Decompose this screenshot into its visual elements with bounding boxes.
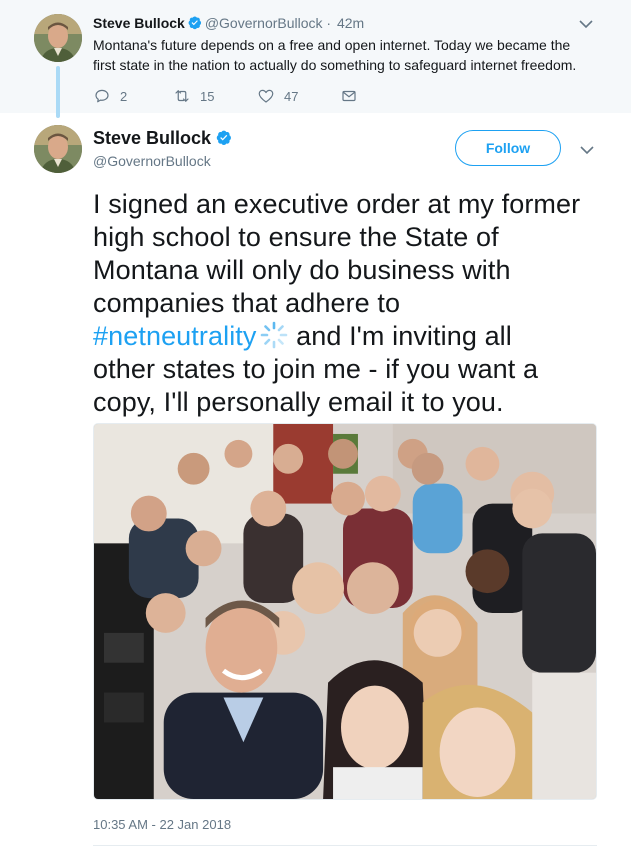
thread-connector-line bbox=[56, 66, 60, 118]
verified-badge-icon bbox=[188, 16, 201, 30]
netneutrality-spinner-icon bbox=[260, 321, 287, 349]
reply-icon bbox=[95, 89, 109, 103]
divider bbox=[93, 845, 597, 846]
hashtag-link[interactable]: #netneutrality bbox=[93, 321, 257, 351]
retweet-icon bbox=[175, 90, 189, 102]
author-name-row: Steve Bullock bbox=[93, 127, 235, 149]
author-avatar[interactable] bbox=[34, 125, 82, 173]
parent-tweet-header: Steve Bullock @GovernorBullock · 42m bbox=[93, 14, 364, 32]
chevron-down-icon[interactable] bbox=[580, 145, 594, 155]
tweet-text-line: #netneutrality and I'm inviting all bbox=[93, 320, 603, 353]
header-separator: · bbox=[326, 15, 332, 31]
tweet-text-line: high school to ensure the State of bbox=[93, 222, 499, 252]
tweet-timestamp[interactable]: 10:35 AM - 22 Jan 2018 bbox=[93, 817, 231, 832]
tweet-photo[interactable] bbox=[93, 423, 597, 800]
verified-badge-icon bbox=[216, 130, 231, 146]
reply-button[interactable]: 2 bbox=[93, 87, 173, 105]
author-name[interactable]: Steve Bullock bbox=[93, 15, 185, 31]
tweet-time[interactable]: 42m bbox=[337, 15, 364, 31]
retweet-count: 15 bbox=[200, 88, 215, 104]
author-name[interactable]: Steve Bullock bbox=[93, 128, 211, 148]
main-tweet-text: I signed an executive order at my former… bbox=[93, 188, 603, 419]
author-handle[interactable]: @GovernorBullock bbox=[205, 15, 323, 31]
tweet-text-line: other states to join me - if you want a bbox=[93, 354, 539, 384]
retweet-button[interactable]: 15 bbox=[173, 87, 257, 105]
author-handle[interactable]: @GovernorBullock bbox=[93, 153, 211, 169]
tweet-text-line: I signed an executive order at my former bbox=[93, 189, 581, 219]
like-count: 47 bbox=[284, 88, 299, 104]
tweet-text-line: copy, I'll personally email it to you. bbox=[93, 387, 504, 417]
chevron-down-icon[interactable] bbox=[579, 19, 593, 29]
tweet-text-fragment: and I'm inviting all bbox=[288, 321, 512, 351]
parent-tweet[interactable]: Steve Bullock @GovernorBullock · 42m Mont… bbox=[0, 0, 631, 118]
tweet-text-line: companies that adhere to bbox=[93, 288, 401, 318]
heart-icon bbox=[258, 89, 274, 103]
reply-count: 2 bbox=[120, 88, 128, 104]
follow-button[interactable]: Follow bbox=[455, 130, 561, 166]
direct-message-button[interactable] bbox=[340, 87, 358, 105]
envelope-icon bbox=[342, 90, 356, 102]
like-button[interactable]: 47 bbox=[257, 87, 340, 105]
tweet-actions: 2 15 47 bbox=[93, 86, 358, 106]
author-avatar[interactable] bbox=[34, 14, 82, 62]
tweet-text-line: Montana will only do business with bbox=[93, 255, 511, 285]
parent-tweet-text: Montana's future depends on a free and o… bbox=[93, 37, 577, 73]
